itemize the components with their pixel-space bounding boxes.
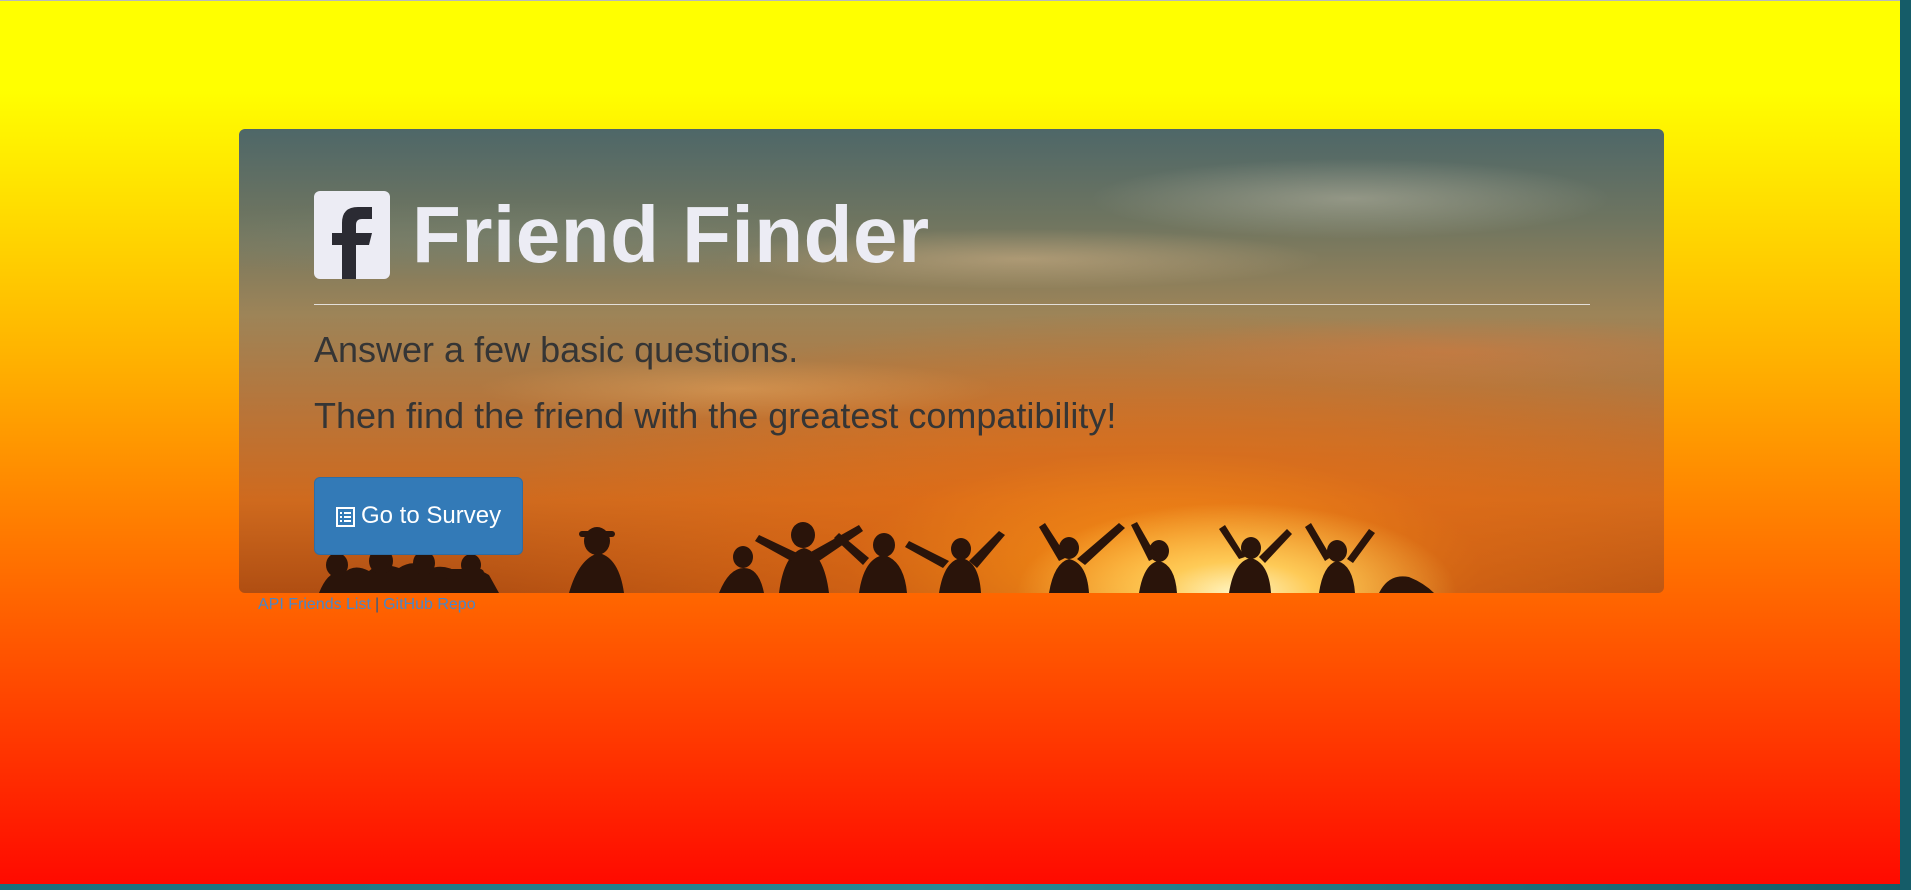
page-background: Friend Finder Answer a few basic questio…	[0, 0, 1900, 884]
api-friends-list-link[interactable]: API Friends List	[258, 596, 371, 613]
divider	[314, 304, 1590, 305]
footer-links: API Friends List | GitHub Repo	[258, 596, 476, 614]
hero-jumbotron: Friend Finder Answer a few basic questio…	[239, 129, 1664, 593]
hero-content: Friend Finder Answer a few basic questio…	[314, 191, 1590, 555]
github-repo-link[interactable]: GitHub Repo	[383, 596, 476, 613]
list-alt-icon	[336, 506, 355, 527]
link-separator: |	[374, 596, 380, 613]
lead-text-1: Answer a few basic questions.	[314, 329, 799, 370]
go-to-survey-label: Go to Survey	[361, 502, 502, 529]
lead-text-2: Then find the friend with the greatest c…	[314, 395, 1117, 436]
facebook-square-icon	[314, 191, 390, 279]
go-to-survey-button[interactable]: Go to Survey	[314, 477, 524, 555]
title-row: Friend Finder	[314, 191, 1590, 279]
page-title: Friend Finder	[412, 190, 930, 279]
